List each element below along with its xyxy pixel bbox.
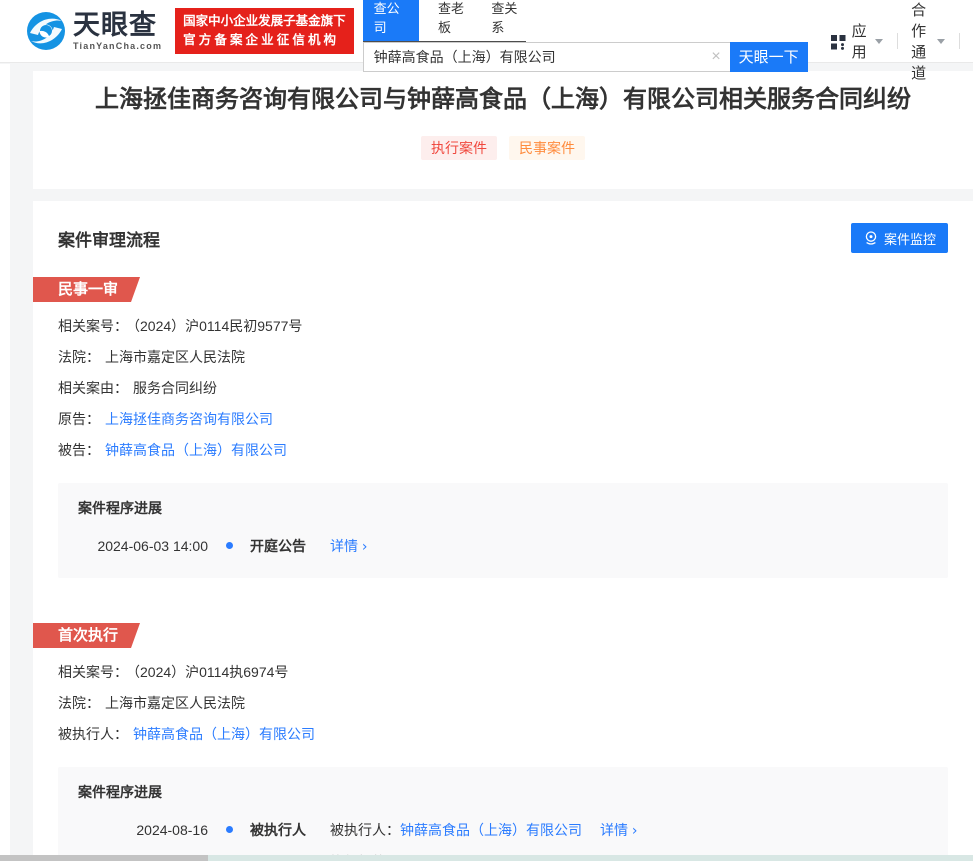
page-title: 上海拯佳商务咨询有限公司与钟薛高食品（上海）有限公司相关服务合同纠纷	[33, 84, 973, 115]
top-header: 天眼查 TianYanCha.com 国家中小企业发展子基金旗下 官方备案企业征…	[0, 0, 973, 63]
progress-event: 被执行人	[250, 823, 330, 837]
tab-search-relation[interactable]: 查关系	[491, 0, 525, 41]
monitor-camera-icon	[863, 230, 879, 246]
section-title: 案件审理流程	[58, 226, 160, 251]
apps-label: 应用	[852, 20, 867, 62]
progress-row: 2024-06-03 14:00 开庭公告 详情 ›	[78, 539, 928, 554]
field-value: （2024）沪0114执6974号	[133, 664, 288, 680]
chevron-down-icon	[937, 39, 945, 44]
progress-event: 开庭公告	[250, 539, 330, 553]
field-label: 相关案号：	[58, 318, 128, 334]
field-label: 相关案由：	[58, 380, 128, 396]
case-monitor-button[interactable]: 案件监控	[851, 223, 948, 253]
case-title-card: 上海拯佳商务咨询有限公司与钟薛高食品（上海）有限公司相关服务合同纠纷 执行案件 …	[33, 71, 973, 189]
field-label: 被告：	[58, 442, 100, 458]
search-button[interactable]: 天眼一下	[730, 42, 808, 72]
case-tags: 执行案件 民事案件	[33, 136, 973, 160]
tab-search-company[interactable]: 查公司	[363, 0, 419, 41]
partner-channel-menu[interactable]: 合作通道	[911, 0, 944, 83]
certification-line1: 国家中小企业发展子基金旗下	[183, 12, 346, 31]
certification-badge: 国家中小企业发展子基金旗下 官方备案企业征信机构	[175, 8, 354, 54]
progress-box-civil: 案件程序进展 2024-06-03 14:00 开庭公告 详情 ›	[58, 483, 948, 578]
defendant-company-link[interactable]: 钟薛高食品（上海）有限公司	[105, 442, 287, 458]
brand-name: 天眼查	[73, 12, 162, 39]
tab-search-boss[interactable]: 查老板	[438, 0, 472, 41]
left-edge-strip	[0, 64, 10, 861]
field-label: 法院：	[58, 695, 100, 711]
detail-label: 详情	[330, 538, 358, 554]
chevron-down-icon	[875, 39, 883, 44]
chevron-right-icon: ›	[632, 823, 638, 839]
field-court: 法院： 上海市嘉定区人民法院	[58, 696, 948, 710]
apps-grid-icon	[830, 33, 847, 50]
partner-label: 合作通道	[911, 0, 928, 83]
field-court: 法院： 上海市嘉定区人民法院	[58, 350, 948, 364]
field-value: 服务合同纠纷	[133, 380, 217, 396]
field-executee: 被执行人： 钟薛高食品（上海）有限公司	[58, 727, 948, 741]
field-label: 原告：	[58, 411, 100, 427]
field-cause: 相关案由： 服务合同纠纷	[58, 381, 948, 395]
field-case-number: 相关案号： （2024）沪0114执6974号	[58, 665, 948, 679]
chevron-right-icon: ›	[362, 539, 368, 555]
tianyancha-logo[interactable]: 天眼查 TianYanCha.com	[26, 11, 162, 51]
scrollbar-thumb[interactable]	[0, 855, 208, 861]
field-label: 法院：	[58, 349, 100, 365]
field-case-number: 相关案号： （2024）沪0114民初9577号	[58, 319, 948, 333]
case-monitor-label: 案件监控	[884, 229, 936, 248]
executee-detail-label: 被执行人：	[330, 822, 400, 838]
tag-execution-case: 执行案件	[421, 136, 497, 160]
horizontal-scrollbar[interactable]	[0, 855, 973, 861]
plaintiff-company-link[interactable]: 上海拯佳商务咨询有限公司	[105, 411, 273, 427]
field-value: 上海市嘉定区人民法院	[105, 349, 245, 365]
search-input[interactable]	[363, 42, 730, 72]
field-label: 相关案号：	[58, 664, 128, 680]
progress-box-execution: 案件程序进展 2024-08-16 被执行人 被执行人：钟薛高食品（上海）有限公…	[58, 767, 948, 861]
clear-search-icon[interactable]: ×	[711, 47, 720, 67]
executee-detail-company-link[interactable]: 钟薛高食品（上海）有限公司	[400, 822, 582, 838]
certification-line2: 官方备案企业征信机构	[183, 31, 346, 50]
field-label: 被执行人：	[58, 726, 128, 742]
header-nav: 应用 合作通道	[830, 0, 973, 83]
field-defendant: 被告： 钟薛高食品（上海）有限公司	[58, 443, 948, 457]
case-process-card: 案件审理流程 案件监控 民事一审 相关案号： （2024）沪0114民初9577号…	[33, 201, 973, 861]
apps-menu[interactable]: 应用	[830, 20, 883, 62]
stage-fields: 相关案号： （2024）沪0114民初9577号 法院： 上海市嘉定区人民法院 相关…	[58, 319, 948, 457]
progress-date: 2024-08-16	[78, 823, 208, 837]
brand-domain: TianYanCha.com	[73, 42, 162, 51]
field-plaintiff: 原告： 上海拯佳商务咨询有限公司	[58, 412, 948, 426]
stage-badge-first-execution: 首次执行	[33, 623, 140, 648]
timeline-dot-icon	[208, 823, 250, 833]
stage-fields: 相关案号： （2024）沪0114执6974号 法院： 上海市嘉定区人民法院 被执行…	[58, 665, 948, 741]
detail-link[interactable]: 详情 ›	[330, 538, 368, 554]
search-block: 查公司 查老板 查关系 × 天眼一下	[363, 0, 808, 72]
tianyancha-logo-icon	[26, 11, 66, 51]
stage-badge-civil-first-trial: 民事一审	[33, 277, 140, 302]
executee-company-link[interactable]: 钟薛高食品（上海）有限公司	[133, 726, 315, 742]
detail-label: 详情	[600, 822, 628, 838]
progress-title: 案件程序进展	[78, 501, 928, 515]
field-value: （2024）沪0114民初9577号	[133, 318, 302, 334]
detail-link[interactable]: 详情 ›	[600, 822, 638, 838]
progress-title: 案件程序进展	[78, 785, 928, 799]
tag-civil-case: 民事案件	[509, 136, 585, 160]
field-value: 上海市嘉定区人民法院	[105, 695, 245, 711]
progress-date: 2024-06-03 14:00	[78, 539, 208, 553]
scrollbar-track	[208, 855, 973, 861]
search-tabs: 查公司 查老板 查关系	[363, 0, 526, 42]
timeline-dot-icon	[208, 539, 250, 549]
